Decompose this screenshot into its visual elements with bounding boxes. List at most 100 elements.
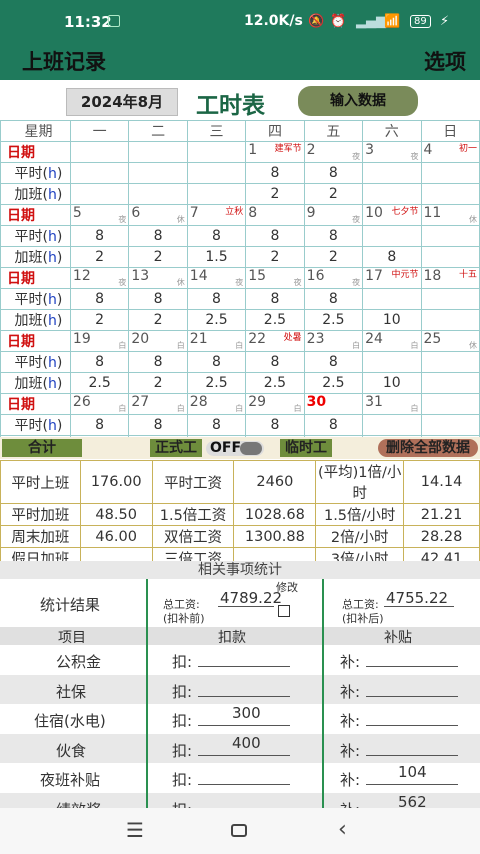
input-underline[interactable] [198,754,290,756]
normal-hours-cell[interactable]: 8 [303,288,364,310]
deduct-value[interactable]: 400 [232,734,261,752]
delete-all-button[interactable]: 删除全部数据 [378,439,478,457]
date-cell[interactable]: 4 初一 [420,141,480,163]
normal-hours-cell[interactable]: 8 [128,351,188,373]
input-underline[interactable] [384,606,454,607]
overtime-hours-cell[interactable]: 1.5 [186,246,247,268]
normal-hours-cell[interactable]: 8 [69,414,130,436]
date-cell[interactable]: 29 白 [245,393,305,415]
overtime-hours-cell[interactable]: 2.5 [69,372,130,394]
date-cell[interactable]: 24 白 [362,330,422,352]
deduct-value[interactable]: 300 [232,704,261,722]
date-cell[interactable]: 19 白 [69,330,130,352]
date-cell[interactable]: 14 夜 [186,267,247,289]
date-cell[interactable]: 6休 [128,204,188,226]
input-underline[interactable] [218,606,274,607]
date-cell[interactable]: 13 休 [128,267,188,289]
date-cell[interactable]: 1 建军节 [245,141,305,163]
overtime-hours-cell[interactable]: 2.5 [245,372,305,394]
date-cell[interactable]: 25 休 [420,330,480,352]
overtime-hours-cell[interactable] [420,183,480,205]
date-cell[interactable]: 3夜 [362,141,422,163]
date-cell[interactable]: 9夜 [303,204,364,226]
date-cell[interactable]: 20 白 [128,330,188,352]
summary-value[interactable]: 21.21 [403,503,480,526]
overtime-hours-cell[interactable] [420,246,480,268]
date-cell[interactable]: 12 夜 [69,267,130,289]
date-cell[interactable]: 31 白 [362,393,422,415]
overtime-hours-cell[interactable] [186,183,247,205]
overtime-hours-cell[interactable]: 2.5 [303,372,364,394]
overtime-hours-cell[interactable]: 2.5 [186,309,247,331]
date-cell[interactable]: 10 七夕节 [362,204,422,226]
total-before-value[interactable]: 4789.22 [220,589,282,607]
normal-hours-cell[interactable] [69,162,130,184]
overtime-hours-cell[interactable]: 2 [245,183,305,205]
overtime-hours-cell[interactable]: 2.5 [245,309,305,331]
normal-hours-cell[interactable] [362,225,422,247]
normal-hours-cell[interactable]: 8 [303,225,364,247]
normal-hours-cell[interactable]: 8 [69,351,130,373]
date-cell[interactable]: 21 白 [186,330,247,352]
overtime-hours-cell[interactable]: 2.5 [186,372,247,394]
normal-hours-cell[interactable]: 8 [303,162,364,184]
normal-hours-cell[interactable]: 8 [245,351,305,373]
summary-value[interactable]: 28.28 [403,525,480,548]
input-underline[interactable] [198,725,290,726]
overtime-hours-cell[interactable]: 2 [69,309,130,331]
home-icon[interactable] [231,824,247,837]
input-underline[interactable] [198,695,290,697]
normal-hours-cell[interactable] [362,351,422,373]
date-cell[interactable]: 27 白 [128,393,188,415]
overtime-hours-cell[interactable] [420,309,480,331]
total-after-value[interactable]: 4755.22 [386,589,448,607]
summary-value[interactable]: 1300.88 [233,525,317,548]
menu-icon[interactable]: ☰ [126,818,144,842]
date-cell[interactable]: 5夜 [69,204,130,226]
date-cell[interactable]: 16 夜 [303,267,364,289]
normal-hours-cell[interactable]: 8 [303,351,364,373]
overtime-hours-cell[interactable] [420,372,480,394]
input-underline[interactable] [198,666,290,667]
normal-hours-cell[interactable] [420,288,480,310]
normal-hours-cell[interactable]: 8 [186,351,247,373]
overtime-hours-cell[interactable]: 10 [362,309,422,331]
normal-hours-cell[interactable]: 8 [128,288,188,310]
overtime-hours-cell[interactable]: 2 [128,246,188,268]
input-underline[interactable] [366,754,458,756]
summary-value[interactable]: 176.00 [79,460,153,504]
normal-hours-cell[interactable]: 8 [69,225,130,247]
normal-hours-cell[interactable] [362,162,422,184]
options-button[interactable]: 选项 [424,46,466,76]
date-cell[interactable]: 30 [303,393,364,415]
normal-hours-cell[interactable] [186,162,247,184]
input-underline[interactable] [366,725,458,726]
overtime-hours-cell[interactable]: 2 [303,246,364,268]
input-underline[interactable] [198,784,290,785]
month-selector[interactable]: 2024年8月 [66,88,178,116]
overtime-hours-cell[interactable]: 10 [362,372,422,394]
date-cell[interactable]: 15 夜 [245,267,305,289]
date-cell[interactable]: 23 白 [303,330,364,352]
modify-checkbox[interactable] [278,605,290,617]
date-cell[interactable]: 17 中元节 [362,267,422,289]
normal-hours-cell[interactable]: 8 [128,414,188,436]
date-cell[interactable]: 22 处暑 [245,330,305,352]
summary-value[interactable]: 2460 [233,460,317,504]
date-cell[interactable] [186,141,247,163]
date-cell[interactable] [128,141,188,163]
worker-type-toggle[interactable]: OFF [206,440,264,456]
overtime-hours-cell[interactable] [128,183,188,205]
date-cell[interactable] [420,393,480,415]
overtime-hours-cell[interactable]: 2 [245,246,305,268]
overtime-hours-cell[interactable] [362,183,422,205]
normal-hours-cell[interactable]: 8 [128,225,188,247]
input-underline[interactable] [366,784,458,785]
input-data-button[interactable]: 输入数据 [298,86,418,116]
date-cell[interactable]: 11 休 [420,204,480,226]
summary-value[interactable]: 48.50 [79,503,153,526]
temp-worker-button[interactable]: 临时工 [280,439,332,457]
subsidy-value[interactable]: 104 [398,763,427,781]
date-cell[interactable]: 26 白 [69,393,130,415]
normal-hours-cell[interactable]: 8 [186,225,247,247]
